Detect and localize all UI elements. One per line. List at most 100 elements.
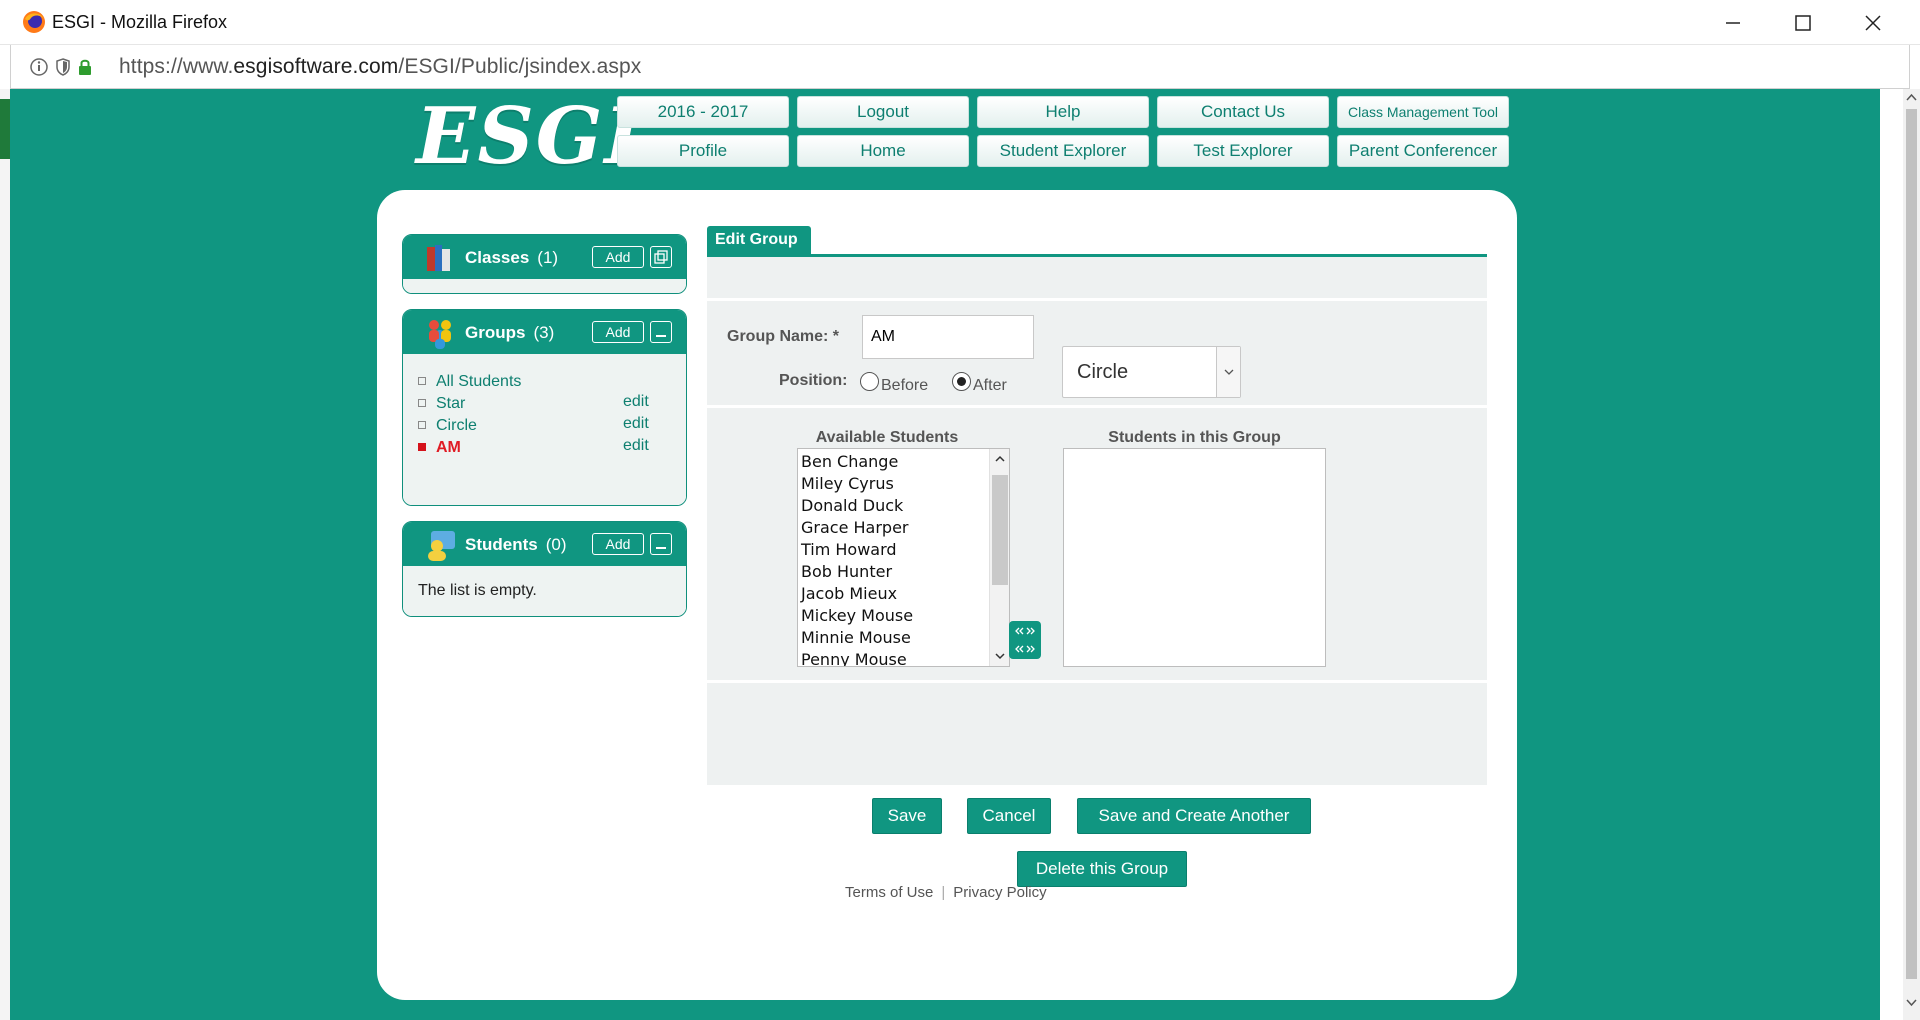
page-scrollbar[interactable]: [1903, 89, 1920, 1020]
site-identity[interactable]: [29, 56, 93, 78]
group-item-am[interactable]: AM: [418, 439, 461, 457]
expand-icon: [654, 250, 668, 264]
close-button[interactable]: [1858, 8, 1888, 38]
group-students-title: Students in this Group: [1108, 429, 1281, 446]
maximize-icon: [1795, 15, 1811, 31]
firefox-icon: [23, 11, 45, 33]
close-icon: [1865, 15, 1881, 31]
groups-title: Groups (3): [465, 323, 555, 342]
position-after-radio[interactable]: After: [952, 372, 1007, 394]
students-empty-text: The list is empty.: [418, 582, 537, 599]
groups-panel-header: Groups (3) Add: [403, 310, 686, 354]
student-item[interactable]: Penny Mouse: [801, 650, 907, 666]
nav-student-explorer[interactable]: Student Explorer: [977, 135, 1149, 167]
students-title: Students (0): [465, 535, 567, 554]
class-management-toggle[interactable]: [650, 246, 672, 268]
add-student-button[interactable]: Add: [592, 533, 644, 555]
minimize-panel-icon: [656, 335, 666, 337]
terms-of-use-link[interactable]: Terms of Use: [845, 884, 933, 901]
radio-off-icon: [860, 372, 879, 391]
lock-icon: [79, 59, 91, 75]
edit-am-link[interactable]: edit: [623, 437, 649, 455]
nav-help[interactable]: Help: [977, 96, 1149, 128]
nav-test-explorer[interactable]: Test Explorer: [1157, 135, 1329, 167]
position-before-radio[interactable]: Before: [860, 372, 928, 394]
content-card: Classes (1) Add Groups (3) Add All Stude…: [377, 190, 1517, 1000]
nav-class-management-tool[interactable]: Class Management Tool: [1337, 96, 1509, 128]
delete-group-button[interactable]: Delete this Group: [1017, 851, 1187, 887]
student-item[interactable]: Grace Harper: [801, 518, 909, 537]
info-icon: [30, 58, 48, 76]
maximize-button[interactable]: [1788, 8, 1818, 38]
minimize-button[interactable]: [1718, 8, 1748, 38]
books-icon: [427, 245, 450, 271]
minimize-icon: [1726, 22, 1740, 24]
save-and-create-another-button[interactable]: Save and Create Another: [1077, 798, 1311, 834]
student-item[interactable]: Minnie Mouse: [801, 628, 911, 647]
groups-list: All Students Star edit Circle edit AM ed…: [403, 354, 686, 505]
nav-contact-us[interactable]: Contact Us: [1157, 96, 1329, 128]
student-item[interactable]: Bob Hunter: [801, 562, 892, 581]
add-class-button[interactable]: Add: [592, 246, 644, 268]
page-scroll-thumb[interactable]: [1906, 109, 1917, 979]
position-group-select[interactable]: Circle: [1062, 346, 1241, 398]
available-students-list[interactable]: Ben Change Miley Cyrus Donald Duck Grace…: [797, 448, 1010, 667]
edit-group-form: Group Name: * Position: Before After Cir…: [707, 257, 1487, 785]
minimize-panel-icon: [656, 547, 666, 549]
group-students-list[interactable]: [1063, 448, 1326, 667]
group-people-icon: [429, 320, 451, 349]
tab-edit-group[interactable]: Edit Group: [707, 226, 811, 256]
esgi-page: ESGI 2016 - 2017 Logout Help Contact Us …: [10, 89, 1880, 1020]
student-item[interactable]: Jacob Mieux: [801, 584, 897, 603]
cancel-button[interactable]: Cancel: [967, 798, 1051, 834]
esgi-logo[interactable]: ESGI: [416, 89, 641, 185]
footer: Terms of Use | Privacy Policy: [845, 884, 1047, 901]
classes-title: Classes (1): [465, 248, 559, 267]
move-students-button[interactable]: [1009, 621, 1041, 659]
scroll-down-icon: [995, 653, 1005, 660]
chevron-down-icon: [1224, 369, 1234, 375]
nav-profile[interactable]: Profile: [617, 135, 789, 167]
student-item[interactable]: Ben Change: [801, 452, 898, 471]
edit-circle-link[interactable]: edit: [623, 415, 649, 433]
group-item-star[interactable]: Star: [418, 395, 465, 413]
groups-panel: Groups (3) Add All Students Star edit Cir…: [402, 309, 687, 506]
nav-home[interactable]: Home: [797, 135, 969, 167]
background-window-edge: [0, 89, 10, 1020]
scroll-down-icon: [1906, 999, 1917, 1007]
window-title: ESGI - Mozilla Firefox: [52, 12, 228, 32]
student-item[interactable]: Tim Howard: [801, 540, 897, 559]
scroll-up-icon: [995, 455, 1005, 462]
window-titlebar: ESGI - Mozilla Firefox: [0, 0, 1920, 45]
position-label: Position:: [779, 372, 848, 389]
collapse-groups-button[interactable]: [650, 321, 672, 343]
available-list-scrollbar[interactable]: [989, 449, 1009, 666]
students-icon: [428, 531, 455, 561]
scroll-up-icon: [1906, 93, 1917, 101]
privacy-policy-link[interactable]: Privacy Policy: [953, 884, 1046, 901]
nav-school-year[interactable]: 2016 - 2017: [617, 96, 789, 128]
available-students-title: Available Students: [815, 429, 959, 446]
group-item-circle[interactable]: Circle: [418, 417, 477, 435]
edit-star-link[interactable]: edit: [623, 393, 649, 411]
group-item-all-students[interactable]: All Students: [418, 373, 521, 391]
available-list-scroll-thumb[interactable]: [992, 475, 1008, 585]
position-group-value: Circle: [1077, 361, 1129, 383]
group-name-input[interactable]: [862, 315, 1034, 359]
classes-panel: Classes (1) Add: [402, 234, 687, 294]
save-button[interactable]: Save: [872, 798, 942, 834]
student-item[interactable]: Miley Cyrus: [801, 474, 894, 493]
student-item[interactable]: Donald Duck: [801, 496, 903, 515]
classes-panel-header: Classes (1) Add: [403, 235, 686, 279]
nav-logout[interactable]: Logout: [797, 96, 969, 128]
url-text[interactable]: https://www.esgisoftware.com/ESGI/Public…: [119, 55, 641, 79]
collapse-students-button[interactable]: [650, 533, 672, 555]
radio-on-icon: [952, 372, 971, 391]
student-item[interactable]: Mickey Mouse: [801, 606, 913, 625]
nav-parent-conferencer[interactable]: Parent Conferencer: [1337, 135, 1509, 167]
address-bar[interactable]: https://www.esgisoftware.com/ESGI/Public…: [10, 45, 1910, 89]
shield-icon: [56, 58, 70, 76]
students-panel: Students (0) Add The list is empty.: [402, 521, 687, 617]
add-group-button[interactable]: Add: [592, 321, 644, 343]
move-arrows-icon: [1015, 627, 1035, 653]
